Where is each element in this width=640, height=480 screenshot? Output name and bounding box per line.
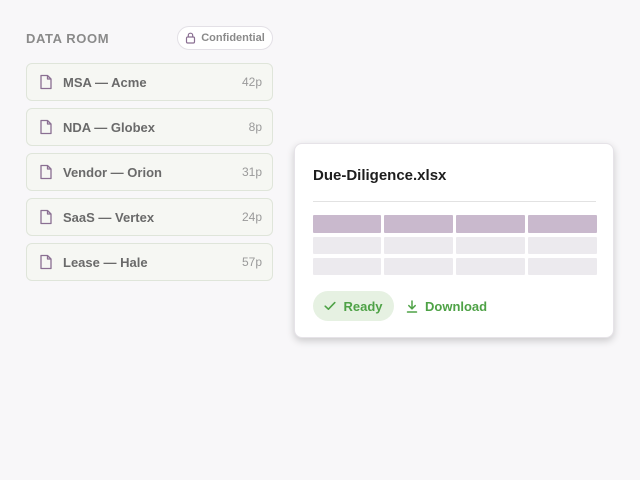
sheet-cell xyxy=(528,258,597,275)
document-name: MSA — Acme xyxy=(63,74,147,90)
file-icon xyxy=(40,119,52,135)
sheet-header-cell xyxy=(313,215,381,233)
document-item-saas-vertex[interactable]: SaaS — Vertex 24p xyxy=(26,198,273,236)
document-page-count: 42p xyxy=(241,75,262,89)
document-page-count: 57p xyxy=(241,255,262,269)
document-page-count: 24p xyxy=(241,210,262,224)
sheet-header-cell xyxy=(456,215,525,233)
sheet-cell xyxy=(456,258,525,275)
sheet-header-cell xyxy=(528,215,597,233)
file-icon xyxy=(40,254,52,270)
document-name: NDA — Globex xyxy=(63,119,155,135)
sheet-cell xyxy=(384,237,453,254)
document-item-vendor-orion[interactable]: Vendor — Orion 31p xyxy=(26,153,273,191)
sheet-header-cell xyxy=(384,215,453,233)
download-icon xyxy=(406,299,418,313)
confidential-badge: Confidential xyxy=(177,26,273,50)
document-item-msa-acme[interactable]: MSA — Acme 42p xyxy=(26,63,273,101)
data-room-screen: DATA ROOM Confidential MSA — Acme 42p ND… xyxy=(0,0,640,480)
sheet-cell xyxy=(313,258,381,275)
sheet-cell xyxy=(528,237,597,254)
file-icon xyxy=(40,209,52,225)
download-button[interactable]: Download xyxy=(406,291,487,321)
sheet-cell xyxy=(313,237,381,254)
document-item-nda-globex[interactable]: NDA — Globex 8p xyxy=(26,108,273,146)
lock-icon xyxy=(186,32,196,44)
divider xyxy=(313,201,596,202)
document-name: Vendor — Orion xyxy=(63,164,162,180)
file-icon xyxy=(40,164,52,180)
check-icon xyxy=(324,301,337,310)
document-name: Lease — Hale xyxy=(63,254,148,270)
file-preview-card: Due-Diligence.xlsx Ready Download xyxy=(294,143,614,338)
preview-filename: Due-Diligence.xlsx xyxy=(313,167,447,184)
section-title: DATA ROOM xyxy=(26,31,110,46)
document-page-count: 8p xyxy=(248,120,262,134)
status-label: Ready xyxy=(343,298,383,314)
confidential-badge-label: Confidential xyxy=(201,32,265,44)
sheet-cell xyxy=(456,237,525,254)
file-icon xyxy=(40,74,52,90)
sheet-cell xyxy=(384,258,453,275)
document-list: MSA — Acme 42p NDA — Globex 8p Vendor — … xyxy=(26,63,273,288)
document-item-lease-hale[interactable]: Lease — Hale 57p xyxy=(26,243,273,281)
status-badge: Ready xyxy=(313,291,394,321)
document-name: SaaS — Vertex xyxy=(63,209,155,225)
document-page-count: 31p xyxy=(241,165,262,179)
spreadsheet-thumbnail xyxy=(313,215,597,275)
download-label: Download xyxy=(425,298,488,314)
